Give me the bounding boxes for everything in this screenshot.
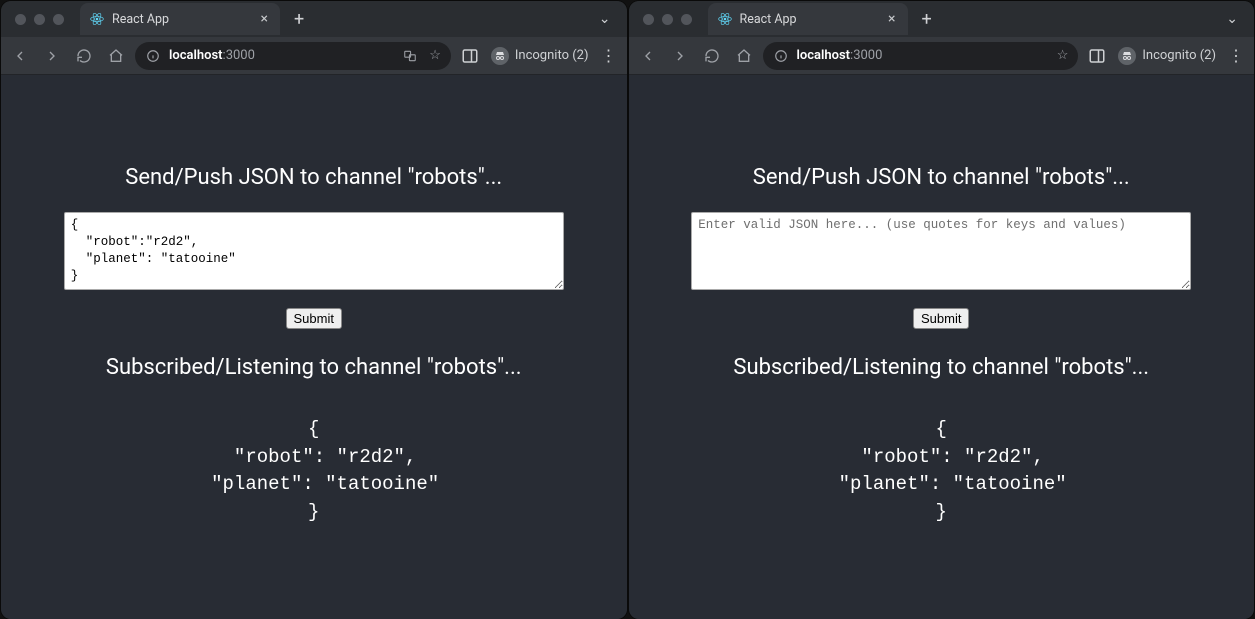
address-text: localhost:3000	[797, 48, 883, 63]
forward-icon[interactable]	[43, 47, 61, 65]
address-host: localhost	[169, 48, 223, 63]
tab-list-button[interactable]: ⌄	[591, 11, 619, 27]
listen-heading: Subscribed/Listening to channel "robots"…	[64, 355, 564, 380]
back-icon[interactable]	[11, 47, 29, 65]
address-port: :3000	[223, 48, 255, 63]
submit-button[interactable]: Submit	[286, 308, 342, 329]
listen-heading: Subscribed/Listening to channel "robots"…	[691, 355, 1191, 380]
viewport: Send/Push JSON to channel "robots"... Su…	[629, 75, 1255, 619]
tab-list-button[interactable]: ⌄	[1218, 11, 1246, 27]
tab-title: React App	[112, 12, 169, 27]
react-logo-icon	[718, 12, 732, 26]
close-tab-icon[interactable]: ×	[259, 10, 270, 28]
json-input[interactable]	[64, 212, 564, 290]
submit-wrap: Submit	[691, 308, 1191, 329]
incognito-indicator[interactable]: Incognito (2)	[1118, 47, 1216, 65]
browser-window: React App × + ⌄ localhost:3000 ☆ Incogni…	[629, 1, 1255, 619]
subscribed-output: { "robot": "r2d2", "planet": "tatooine" …	[64, 416, 564, 526]
minimize-window-icon[interactable]	[34, 14, 45, 25]
incognito-icon	[491, 47, 509, 65]
close-window-icon[interactable]	[643, 14, 654, 25]
tabstrip: React App × + ⌄	[1, 1, 627, 37]
tab-title: React App	[740, 12, 797, 27]
toolbar-right: Incognito (2) ⋮	[461, 46, 617, 65]
minimize-window-icon[interactable]	[662, 14, 673, 25]
toolbar: localhost:3000 ☆ Incognito (2) ⋮	[629, 37, 1255, 75]
address-bar[interactable]: localhost:3000 ☆	[763, 42, 1079, 70]
viewport: Send/Push JSON to channel "robots"... Su…	[1, 75, 627, 619]
react-app: Send/Push JSON to channel "robots"... Su…	[691, 165, 1191, 526]
tab-react-app[interactable]: React App ×	[708, 3, 908, 35]
close-tab-icon[interactable]: ×	[886, 10, 897, 28]
translate-icon[interactable]	[401, 47, 419, 65]
submit-wrap: Submit	[64, 308, 564, 329]
tabstrip: React App × + ⌄	[629, 1, 1255, 37]
incognito-label: Incognito (2)	[1142, 48, 1216, 63]
submit-button[interactable]: Submit	[913, 308, 969, 329]
forward-icon[interactable]	[671, 47, 689, 65]
nav-icons	[639, 47, 753, 65]
send-heading: Send/Push JSON to channel "robots"...	[64, 165, 564, 190]
tab-react-app[interactable]: React App ×	[80, 3, 280, 35]
reload-icon[interactable]	[75, 47, 93, 65]
window-controls	[9, 14, 64, 25]
address-port: :3000	[850, 48, 882, 63]
close-window-icon[interactable]	[15, 14, 26, 25]
address-host: localhost	[797, 48, 851, 63]
browser-window: React App × + ⌄ localhost:3000 ☆ Incogni…	[1, 1, 627, 619]
react-logo-icon	[90, 12, 104, 26]
back-icon[interactable]	[639, 47, 657, 65]
subscribed-output: { "robot": "r2d2", "planet": "tatooine" …	[691, 416, 1191, 526]
maximize-window-icon[interactable]	[681, 14, 692, 25]
incognito-label: Incognito (2)	[515, 48, 589, 63]
address-text: localhost:3000	[169, 48, 255, 63]
new-tab-button[interactable]: +	[290, 9, 308, 30]
sidepanel-icon[interactable]	[1088, 47, 1106, 65]
react-app: Send/Push JSON to channel "robots"... Su…	[64, 165, 564, 526]
bookmark-star-icon[interactable]: ☆	[429, 48, 441, 63]
json-input[interactable]	[691, 212, 1191, 290]
reload-icon[interactable]	[703, 47, 721, 65]
toolbar: localhost:3000 ☆ Incognito (2) ⋮	[1, 37, 627, 75]
home-icon[interactable]	[107, 47, 125, 65]
incognito-indicator[interactable]: Incognito (2)	[491, 47, 589, 65]
nav-icons	[11, 47, 125, 65]
address-bar[interactable]: localhost:3000 ☆	[135, 42, 451, 70]
new-tab-button[interactable]: +	[918, 9, 936, 30]
home-icon[interactable]	[735, 47, 753, 65]
site-info-icon[interactable]	[773, 48, 789, 64]
sidepanel-icon[interactable]	[461, 47, 479, 65]
toolbar-right: Incognito (2) ⋮	[1088, 46, 1244, 65]
menu-kebab-icon[interactable]: ⋮	[601, 46, 617, 65]
bookmark-star-icon[interactable]: ☆	[1057, 48, 1069, 63]
window-controls	[637, 14, 692, 25]
incognito-icon	[1118, 47, 1136, 65]
site-info-icon[interactable]	[145, 48, 161, 64]
send-heading: Send/Push JSON to channel "robots"...	[691, 165, 1191, 190]
maximize-window-icon[interactable]	[53, 14, 64, 25]
menu-kebab-icon[interactable]: ⋮	[1228, 46, 1244, 65]
